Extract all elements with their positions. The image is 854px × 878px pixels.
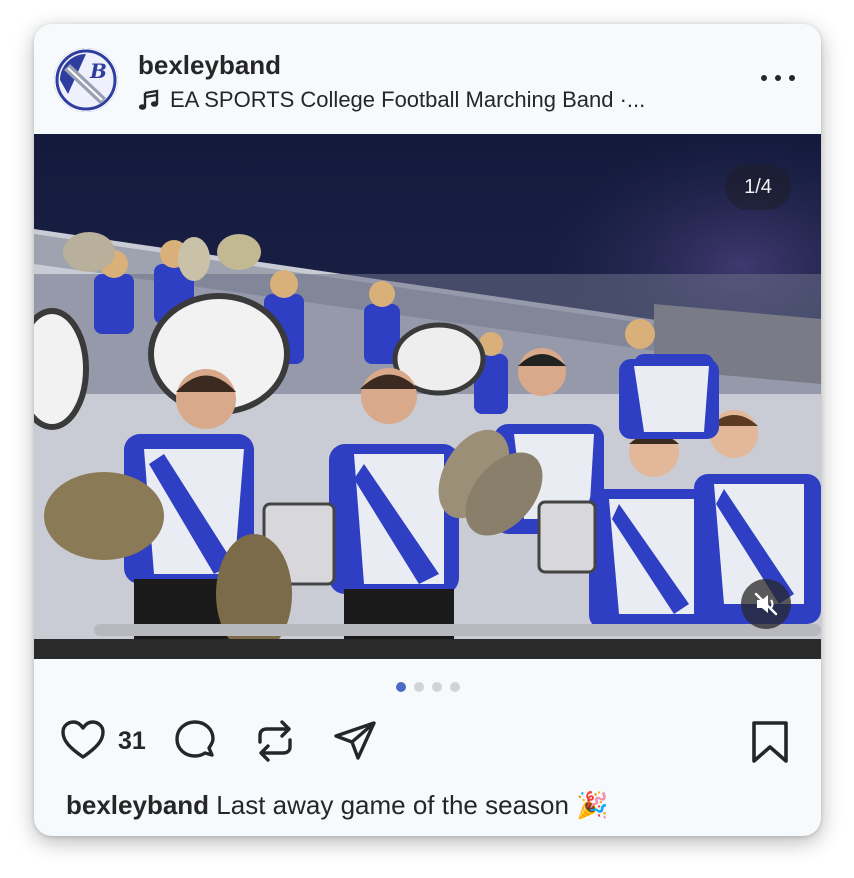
likes-count[interactable]: 31 bbox=[118, 727, 146, 756]
paper-plane-icon[interactable] bbox=[332, 718, 378, 764]
audio-track-label: EA SPORTS College Football Marching Band… bbox=[170, 87, 646, 112]
comment-bubble-icon[interactable] bbox=[172, 718, 218, 764]
bexley-logo-icon: B bbox=[54, 48, 118, 112]
post-caption: bexleyband Last away game of the season … bbox=[66, 790, 609, 821]
action-bar: 31 bbox=[60, 718, 378, 764]
carousel-indicator bbox=[34, 682, 821, 692]
speaker-muted-icon bbox=[754, 592, 778, 616]
audio-track[interactable]: EA SPORTS College Football Marching Band… bbox=[138, 86, 645, 114]
carousel-dot[interactable] bbox=[395, 682, 406, 692]
party-popper-icon: 🎉 bbox=[576, 790, 609, 820]
repost-icon[interactable] bbox=[252, 718, 298, 764]
bookmark-icon[interactable] bbox=[749, 720, 791, 764]
marching-band-photo bbox=[34, 134, 821, 659]
music-note-icon bbox=[138, 89, 159, 110]
avatar[interactable]: B bbox=[54, 48, 118, 112]
more-dot-icon bbox=[775, 75, 781, 81]
heart-icon[interactable] bbox=[60, 718, 106, 764]
svg-text:B: B bbox=[89, 59, 107, 83]
carousel-dot[interactable] bbox=[413, 682, 424, 692]
post-card: B bexleyband EA SPORTS College Football … bbox=[34, 24, 821, 836]
caption-text: Last away game of the season bbox=[216, 790, 569, 820]
carousel-dot[interactable] bbox=[431, 682, 442, 692]
more-options-button[interactable] bbox=[761, 66, 795, 90]
media-counter: 1/4 bbox=[725, 164, 791, 210]
post-username[interactable]: bexleyband bbox=[138, 50, 281, 81]
post-media[interactable]: 1/4 bbox=[34, 134, 821, 659]
more-dot-icon bbox=[761, 75, 767, 81]
carousel-dot[interactable] bbox=[449, 682, 460, 692]
post-header: B bexleyband EA SPORTS College Football … bbox=[34, 24, 821, 134]
mute-button[interactable] bbox=[741, 579, 791, 629]
caption-username[interactable]: bexleyband bbox=[66, 790, 209, 820]
more-dot-icon bbox=[789, 75, 795, 81]
